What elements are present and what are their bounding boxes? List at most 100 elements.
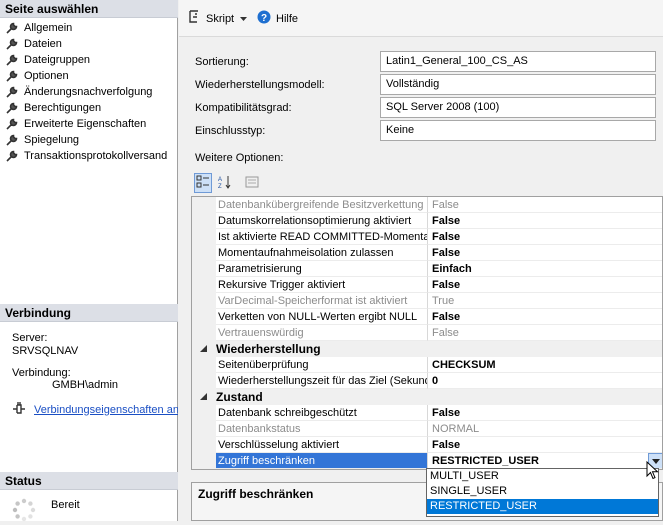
property-value: True [428,293,662,309]
svg-text:Z: Z [218,184,222,189]
connection-properties-row: Verbindungseigenschaften anzeigen [12,402,178,417]
page-label: Erweiterte Eigenschaften [24,118,147,130]
grid-row[interactable]: Vertrauenswürdig False [192,325,662,341]
wrench-icon [6,38,18,50]
wrench-icon [6,102,18,114]
property-value: False [428,437,662,453]
script-label: Skript [206,12,235,25]
property-name: Vertrauenswürdig [216,325,428,341]
compatibility-field[interactable]: SQL Server 2008 (100) [380,97,656,118]
collapse-icon[interactable] [192,345,216,353]
plug-icon [12,402,26,417]
grid-row[interactable]: Momentaufnahmeisolation zulassen False [192,245,662,261]
property-value: False [428,277,662,293]
property-value: NORMAL [428,421,662,437]
category-recovery[interactable]: Wiederherstellung [192,341,662,357]
status-header: Status [0,472,178,490]
property-name: Zugriff beschränken [216,453,428,469]
property-value: 0 [428,373,662,389]
property-value-dropdown[interactable]: RESTRICTED_USER [428,453,662,469]
page-label: Dateien [24,38,62,50]
grid-toolbar: AZ [194,172,264,194]
category-label: Zustand [216,390,263,404]
dropdown-option[interactable]: SINGLE_USER [427,484,658,499]
grid-row[interactable]: Datumskorrelationsoptimierung aktiviert F… [192,213,662,229]
containment-field[interactable]: Keine [380,120,656,141]
grid-row[interactable]: VarDecimal-Speicherformat ist aktiviert T… [192,293,662,309]
dropdown-option-selected[interactable]: RESTRICTED_USER [427,499,658,514]
property-value: False [428,197,662,213]
page-item-berechtigungen[interactable]: Berechtigungen [6,100,167,116]
property-grid: Datenbankübergreifende Besitzverkettung … [191,196,663,470]
access-dropdown-list: MULTI_USER SINGLE_USER RESTRICTED_USER [426,468,659,517]
page-item-erweiterte-eigenschaften[interactable]: Erweiterte Eigenschaften [6,116,167,132]
page-item-transaktionsprotokollversand[interactable]: Transaktionsprotokollversand [6,148,167,164]
property-value: RESTRICTED_USER [432,455,539,467]
grid-row[interactable]: Verketten von NULL-Werten ergibt NULL Fal… [192,309,662,325]
property-name: Verketten von NULL-Werten ergibt NULL [216,309,428,325]
page-label: Optionen [24,70,69,82]
wrench-icon [6,22,18,34]
page-label: Berechtigungen [24,102,102,114]
category-state[interactable]: Zustand [192,389,662,405]
connection-label: Verbindung: [12,367,71,379]
categorized-button[interactable] [194,173,213,193]
page-item-optionen[interactable]: Optionen [6,68,167,84]
page-item-aenderungsnachverfolgung[interactable]: Änderungsnachverfolgung [6,84,167,100]
wrench-icon [6,118,18,130]
grid-row[interactable]: Datenbankstatus NORMAL [192,421,662,437]
script-icon [187,10,201,27]
script-button[interactable]: Skript [187,10,248,27]
sort-label: Sortierung: [195,56,249,68]
recovery-model-label: Wiederherstellungsmodell: [195,79,325,91]
grid-row-selected[interactable]: Zugriff beschränken RESTRICTED_USER [192,453,662,469]
property-name: VarDecimal-Speicherformat ist aktiviert [216,293,428,309]
help-label: Hilfe [276,12,299,25]
page-item-allgemein[interactable]: Allgemein [6,20,167,36]
grid-row[interactable]: Ist aktivierte READ COMMITTED-Momentaufn… [192,229,662,245]
recovery-model-field[interactable]: Vollständig [380,74,656,95]
page-label: Dateigruppen [24,54,91,66]
grid-row[interactable]: Wiederherstellungszeit für das Ziel (Sek… [192,373,662,389]
page-label: Spiegelung [24,134,80,146]
dropdown-option[interactable]: MULTI_USER [427,469,658,484]
status-text: Bereit [51,499,80,511]
wrench-icon [6,54,18,66]
page-item-spiegelung[interactable]: Spiegelung [6,132,167,148]
property-name: Verschlüsselung aktiviert [216,437,428,453]
property-name: Parametrisierung [216,261,428,277]
property-pages-button[interactable] [243,173,261,193]
property-pages-icon [245,175,259,192]
help-button[interactable]: ? Hilfe [257,10,298,27]
property-value: False [428,405,662,421]
grid-row[interactable]: Seitenüberprüfung CHECKSUM [192,357,662,373]
connection-header: Verbindung [0,304,178,322]
grid-row[interactable]: Datenbankübergreifende Besitzverkettung … [192,197,662,213]
property-value: False [428,245,662,261]
property-name: Datumskorrelationsoptimierung aktiviert [216,213,428,229]
page-item-dateien[interactable]: Dateien [6,36,167,52]
toolbar: Skript ? Hilfe [179,0,663,37]
property-name: Wiederherstellungszeit für das Ziel (Sek… [216,373,428,389]
property-value: False [428,325,662,341]
property-name: Datenbank schreibgeschützt [216,405,428,421]
sort-field[interactable]: Latin1_General_100_CS_AS [380,51,656,72]
page-item-dateigruppen[interactable]: Dateigruppen [6,52,167,68]
wrench-icon [6,70,18,82]
grid-row[interactable]: Datenbank schreibgeschützt False [192,405,662,421]
connection-properties-link[interactable]: Verbindungseigenschaften anzeigen [34,404,178,416]
compatibility-label: Kompatibilitätsgrad: [195,102,292,114]
property-value: False [428,213,662,229]
wrench-icon [6,150,18,162]
page-label: Änderungsnachverfolgung [24,86,153,98]
collapse-icon[interactable] [192,393,216,401]
grid-row[interactable]: Verschlüsselung aktiviert False [192,437,662,453]
sort-alphabetical-button[interactable]: AZ [215,173,233,193]
svg-text:?: ? [261,13,267,24]
connection-value: GMBH\admin [52,379,119,391]
sort-az-icon: AZ [218,175,232,192]
grid-row[interactable]: Rekursive Trigger aktiviert False [192,277,662,293]
grid-row[interactable]: Parametrisierung Einfach [192,261,662,277]
categorized-icon [196,175,210,192]
property-name: Datenbankstatus [216,421,428,437]
